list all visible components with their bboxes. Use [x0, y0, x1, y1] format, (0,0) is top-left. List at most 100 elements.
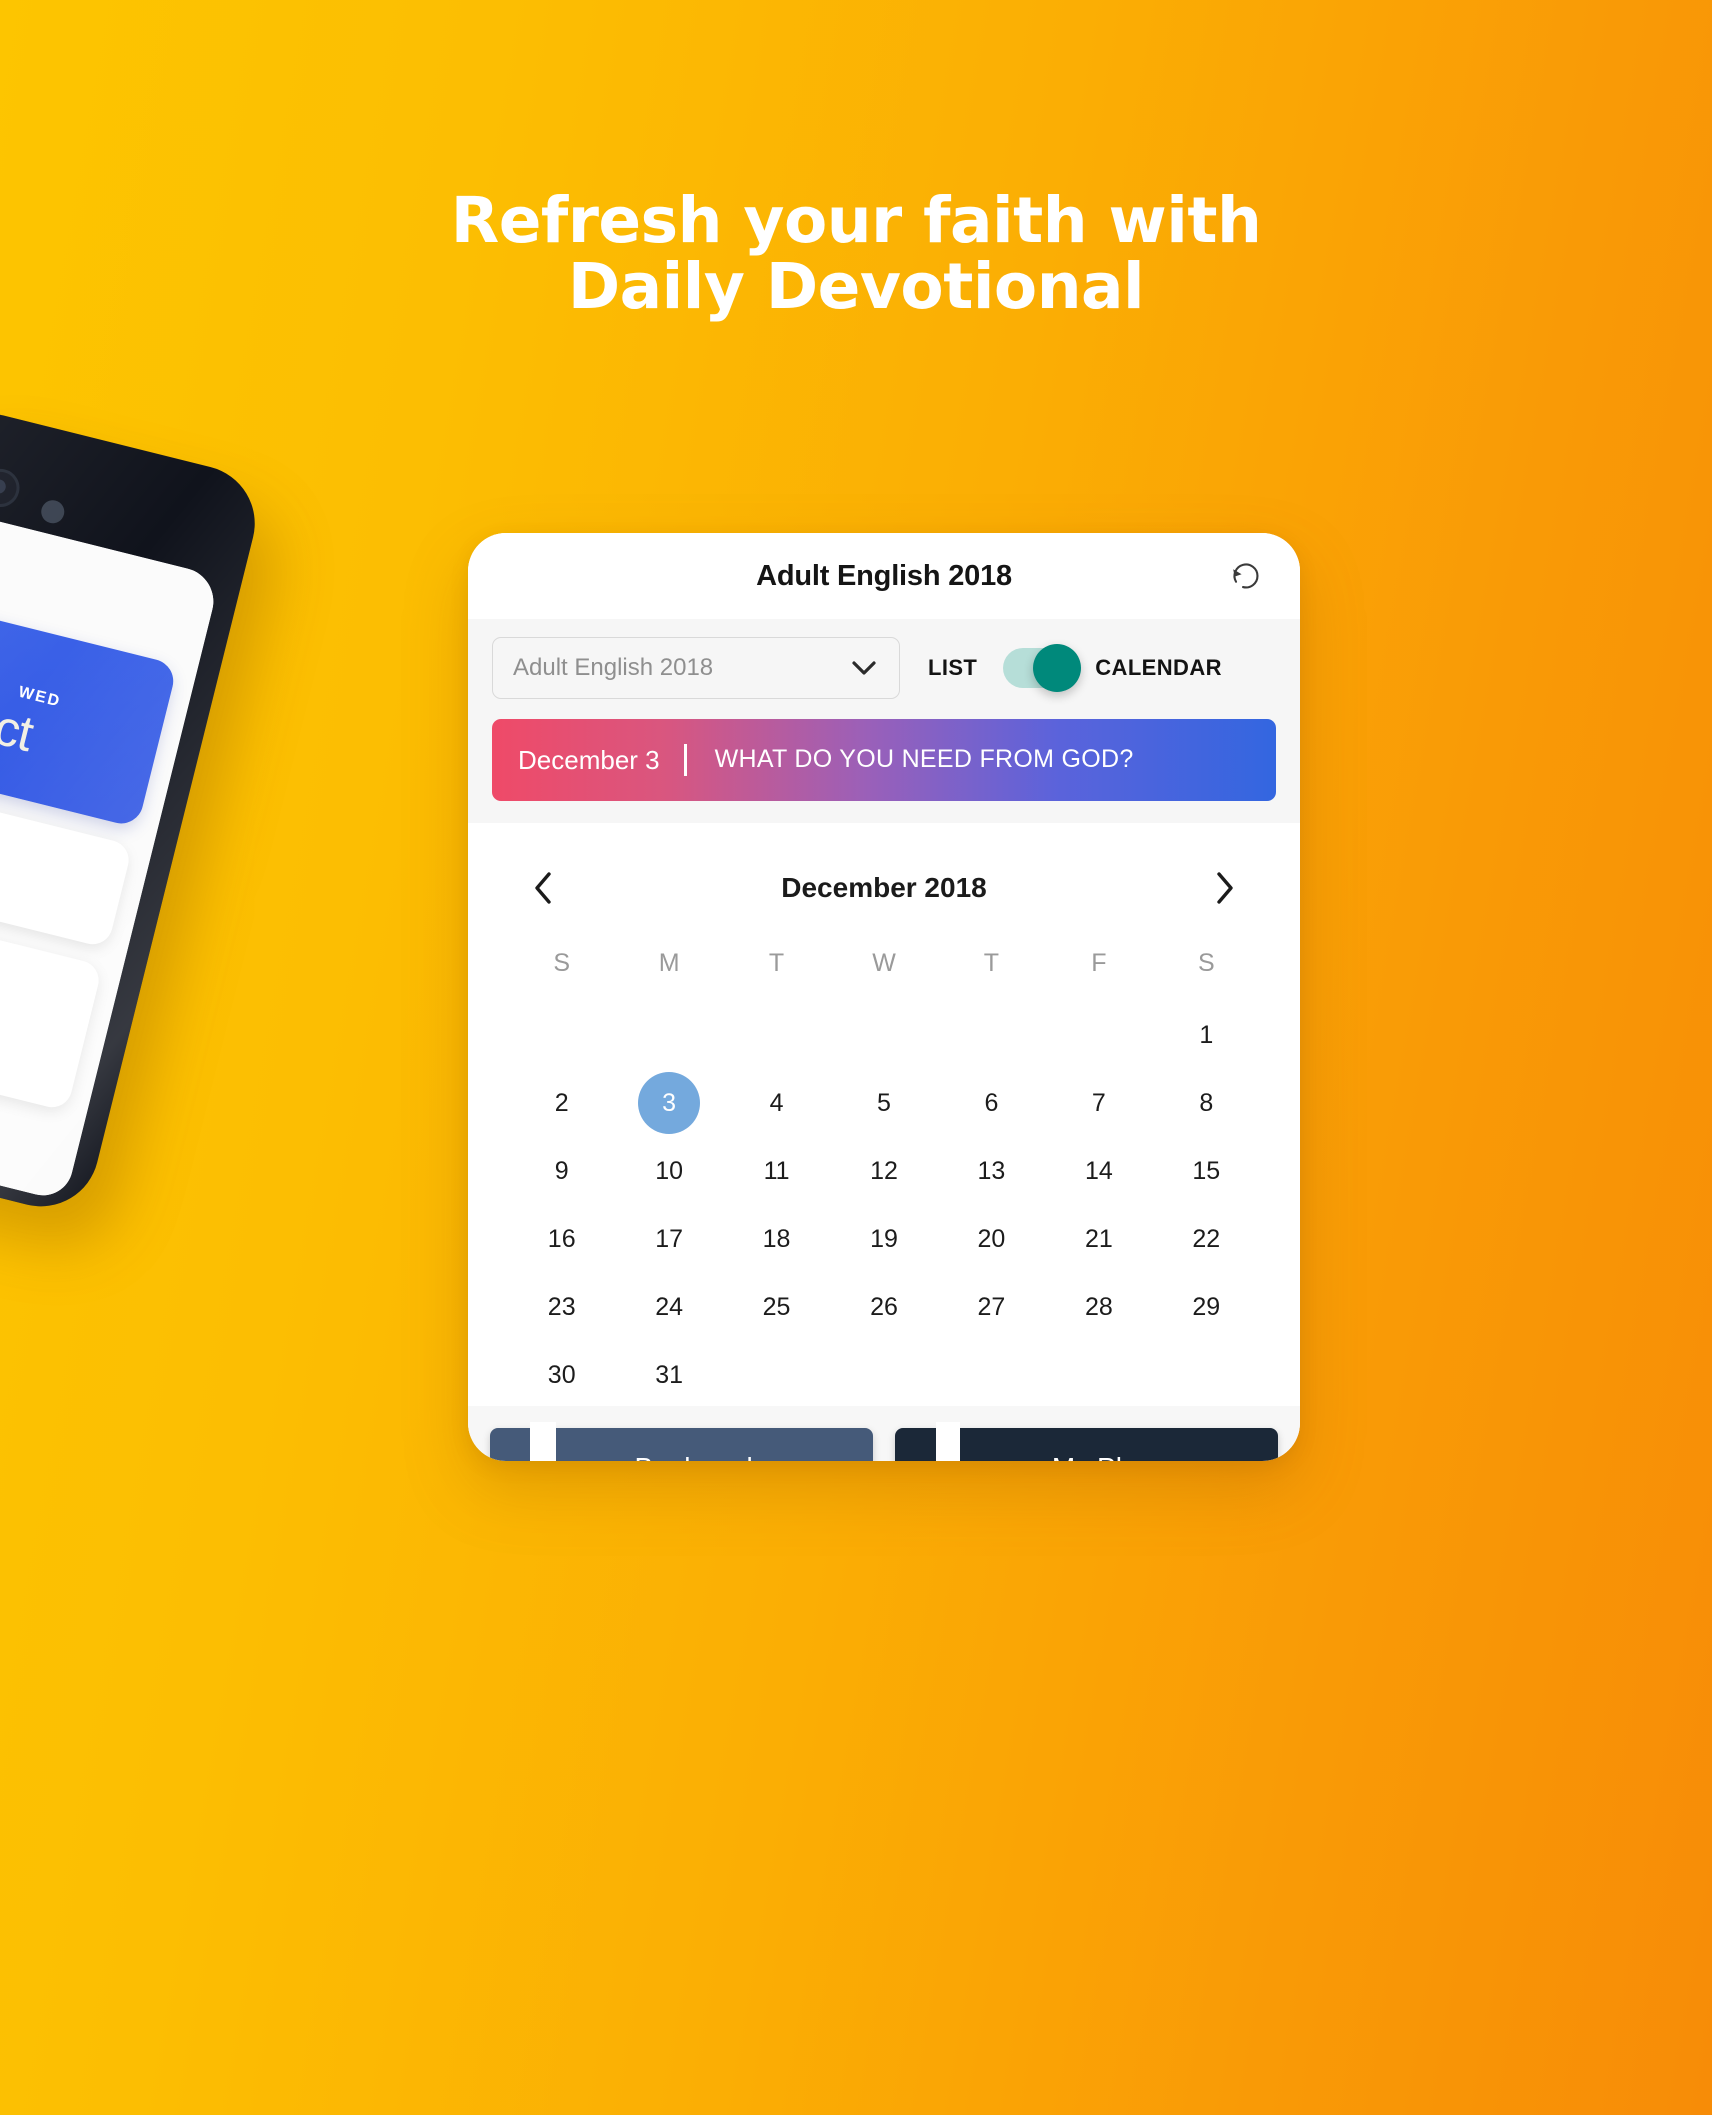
calendar-day-12[interactable]: 12 — [830, 1140, 937, 1202]
my-plans-button[interactable]: My Plans — [895, 1422, 1278, 1461]
calendar-day-blank — [830, 1004, 937, 1066]
calendar-day-25[interactable]: 25 — [723, 1276, 830, 1338]
promo-headline: Refresh your faith with Daily Devotional — [0, 188, 1712, 319]
calendar-day-24[interactable]: 24 — [615, 1276, 722, 1338]
banner-date: December 3 — [518, 744, 660, 775]
calendar-day-label: 4 — [769, 1088, 784, 1117]
calendar-day-label: 10 — [655, 1156, 684, 1185]
calendar-day-label: 5 — [877, 1088, 891, 1117]
calendar-day-7[interactable]: 7 — [1045, 1072, 1152, 1134]
calendar-day-31[interactable]: 31 — [615, 1344, 722, 1406]
calendar-day-1[interactable]: 1 — [1153, 1004, 1260, 1066]
featured-devotional-banner[interactable]: December 3 WHAT DO YOU NEED FROM GOD? — [492, 719, 1276, 801]
calendar-day-label: 20 — [977, 1224, 1006, 1253]
action-button-row: Bookmarks My Plans — [468, 1406, 1300, 1461]
secondary-phone-mockup: 29 WED Oct 29 — [0, 401, 268, 1219]
calendar-day-label: 15 — [1192, 1156, 1221, 1185]
calendar-day-27[interactable]: 27 — [938, 1276, 1045, 1338]
calendar-day-label: 18 — [762, 1224, 791, 1253]
calendar-day-label: 3 — [638, 1072, 701, 1134]
calendar-day-30[interactable]: 30 — [508, 1344, 615, 1406]
calendar-day-label: 27 — [977, 1292, 1006, 1321]
calendar-day-15[interactable]: 15 — [1153, 1140, 1260, 1202]
calendar-day-22[interactable]: 22 — [1153, 1208, 1260, 1270]
headline-line-2: Daily Devotional — [567, 249, 1145, 323]
calendar-day-label: 24 — [655, 1292, 684, 1321]
page-title: Adult English 2018 — [756, 559, 1012, 592]
bookmark-icon — [526, 1422, 560, 1461]
calendar-weekday-4: T — [983, 949, 1000, 977]
calendar-day-5[interactable]: 5 — [830, 1072, 937, 1134]
calendar-day-label: 23 — [547, 1292, 576, 1321]
calendar-prev-month-button[interactable] — [520, 865, 566, 911]
bookmarks-button[interactable]: Bookmarks — [490, 1422, 873, 1461]
view-toggle-knob — [1033, 644, 1082, 692]
chevron-right-icon — [1217, 872, 1233, 904]
calendar-day-6[interactable]: 6 — [938, 1072, 1045, 1134]
calendar-weekday-6: S — [1197, 949, 1215, 977]
calendar-panel: December 2018 SMTWTFS 1 2 3 4 5 6 7 8 9 10 11 12 13 1… — [468, 823, 1300, 1406]
calendar-header: December 2018 — [508, 853, 1260, 941]
calendar-day-label: 13 — [977, 1156, 1006, 1185]
calendar-day-10[interactable]: 10 — [615, 1140, 722, 1202]
calendar-day-label: 29 — [1192, 1292, 1221, 1321]
view-toggle-calendar-label[interactable]: CALENDAR — [1095, 655, 1222, 681]
calendar-day-blank — [723, 1004, 830, 1066]
primary-phone-mockup: Adult English 2018 Adult English 2018 LI… — [468, 533, 1300, 1461]
calendar-day-label: 30 — [547, 1360, 576, 1389]
calendar-day-16[interactable]: 16 — [508, 1208, 615, 1270]
calendar-day-26[interactable]: 26 — [830, 1276, 937, 1338]
calendar-day-23[interactable]: 23 — [508, 1276, 615, 1338]
calendar-day-label: 25 — [762, 1292, 791, 1321]
calendar-day-18[interactable]: 18 — [723, 1208, 830, 1270]
calendar-day-21[interactable]: 21 — [1045, 1208, 1152, 1270]
app-header: Adult English 2018 — [468, 533, 1300, 619]
calendar-day-2[interactable]: 2 — [508, 1072, 615, 1134]
chevron-down-icon — [851, 660, 877, 676]
calendar-day-11[interactable]: 11 — [723, 1140, 830, 1202]
my-plans-button-label: My Plans — [1052, 1452, 1167, 1461]
calendar-day-4[interactable]: 4 — [723, 1072, 830, 1134]
history-refresh-icon[interactable] — [1224, 554, 1268, 598]
devotional-select[interactable]: Adult English 2018 — [492, 637, 900, 699]
calendar-day-label: 1 — [1199, 1020, 1214, 1049]
devotional-select-value: Adult English 2018 — [513, 654, 714, 681]
calendar-weekday-5: F — [1091, 949, 1107, 977]
calendar-weekday-3: W — [872, 949, 896, 977]
calendar-day-9[interactable]: 9 — [508, 1140, 615, 1202]
calendar-day-label: 14 — [1084, 1156, 1113, 1185]
banner-title: WHAT DO YOU NEED FROM GOD? — [714, 745, 1134, 774]
calendar-month-label: December 2018 — [781, 872, 987, 903]
calendar-day-19[interactable]: 19 — [830, 1208, 937, 1270]
calendar-day-label: 7 — [1091, 1088, 1106, 1117]
calendar-weekday-0: S — [553, 949, 571, 977]
calendar-day-label: 31 — [655, 1360, 684, 1389]
calendar-day-label: 21 — [1084, 1224, 1113, 1253]
calendar-weekday-2: T — [768, 949, 785, 977]
headline-line-1: Refresh your faith with — [450, 184, 1262, 257]
calendar-day-13[interactable]: 13 — [938, 1140, 1045, 1202]
calendar-day-28[interactable]: 28 — [1045, 1276, 1152, 1338]
calendar-next-month-button[interactable] — [1202, 865, 1248, 911]
calendar-day-blank — [615, 1004, 722, 1066]
calendar-day-label: 28 — [1084, 1292, 1113, 1321]
calendar-day-8[interactable]: 8 — [1153, 1072, 1260, 1134]
calendar-day-label: 8 — [1199, 1088, 1214, 1117]
calendar-day-14[interactable]: 14 — [1045, 1140, 1152, 1202]
bezel-gloss — [0, 401, 268, 1219]
calendar-day-label: 6 — [984, 1088, 999, 1117]
calendar-day-29[interactable]: 29 — [1153, 1276, 1260, 1338]
calendar-day-17[interactable]: 17 — [615, 1208, 722, 1270]
calendar-day-label: 9 — [554, 1156, 569, 1185]
calendar-days-grid: 1 2 3 4 5 6 7 8 9 10 11 12 13 14 15 16 17 18 19 20 21 22 23 24 2… — [508, 1004, 1260, 1406]
calendar-day-label: 17 — [655, 1224, 684, 1253]
calendar-day-label: 26 — [870, 1292, 898, 1321]
pen-plan-icon — [931, 1422, 965, 1461]
calendar-day-label: 2 — [554, 1088, 569, 1117]
calendar-day-20[interactable]: 20 — [938, 1208, 1045, 1270]
calendar-day-3[interactable]: 3 — [615, 1072, 722, 1134]
chevron-left-icon — [535, 872, 551, 904]
banner-separator — [683, 744, 687, 776]
view-toggle-switch[interactable] — [1003, 644, 1082, 692]
view-toggle-list-label[interactable]: LIST — [928, 655, 977, 681]
